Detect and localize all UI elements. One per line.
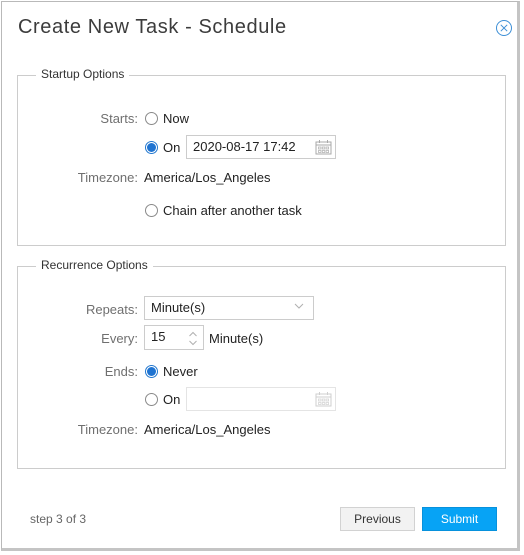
- end-date-input[interactable]: [186, 387, 336, 411]
- ends-on-label: On: [163, 392, 181, 407]
- every-value: 15: [151, 329, 166, 344]
- calendar-icon[interactable]: [315, 391, 332, 407]
- recurrence-timezone-value: America/Los_Angeles: [144, 422, 271, 437]
- startup-timezone-value: America/Los_Angeles: [144, 170, 271, 185]
- starts-on-radio[interactable]: On: [145, 140, 180, 155]
- starts-label: Starts:: [100, 111, 138, 126]
- recurrence-options-legend: Recurrence Options: [36, 258, 153, 272]
- radio-circle: [145, 204, 158, 217]
- dialog-title: Create New Task - Schedule: [18, 16, 287, 38]
- ends-on-radio[interactable]: On: [145, 392, 180, 407]
- radio-circle-selected: [145, 141, 158, 154]
- every-stepper[interactable]: 15: [144, 325, 204, 350]
- repeats-label: Repeats:: [85, 302, 138, 317]
- ends-label: Ends:: [104, 364, 138, 379]
- startup-options-legend: Startup Options: [36, 67, 130, 81]
- previous-button[interactable]: Previous: [340, 507, 415, 531]
- submit-button[interactable]: Submit: [422, 507, 497, 531]
- startup-timezone-label: Timezone:: [77, 170, 138, 185]
- starts-on-label: On: [163, 140, 181, 155]
- calendar-icon[interactable]: [315, 139, 332, 155]
- chain-after-task-radio[interactable]: Chain after another task: [145, 203, 302, 218]
- start-datetime-input[interactable]: 2020-08-17 17:42: [186, 135, 336, 159]
- recurrence-timezone-label: Timezone:: [77, 422, 138, 437]
- stepper-arrows-icon[interactable]: [188, 330, 198, 347]
- repeats-select[interactable]: Minute(s): [144, 296, 314, 320]
- radio-circle-selected: [145, 365, 158, 378]
- ends-never-label: Never: [163, 364, 198, 379]
- radio-circle: [145, 393, 158, 406]
- chevron-down-icon: [294, 303, 304, 309]
- every-label: Every:: [101, 331, 138, 346]
- repeats-select-value: Minute(s): [151, 300, 206, 315]
- startup-options-section: Startup Options: [17, 67, 506, 246]
- ends-never-radio[interactable]: Never: [145, 364, 198, 379]
- starts-now-label: Now: [163, 111, 190, 126]
- start-datetime-value: 2020-08-17 17:42: [193, 139, 296, 154]
- step-indicator: step 3 of 3: [30, 512, 87, 526]
- starts-now-radio[interactable]: Now: [145, 111, 189, 126]
- every-unit: Minute(s): [209, 331, 264, 346]
- close-icon[interactable]: [495, 19, 513, 37]
- chain-after-task-label: Chain after another task: [163, 203, 302, 218]
- radio-circle: [145, 112, 158, 125]
